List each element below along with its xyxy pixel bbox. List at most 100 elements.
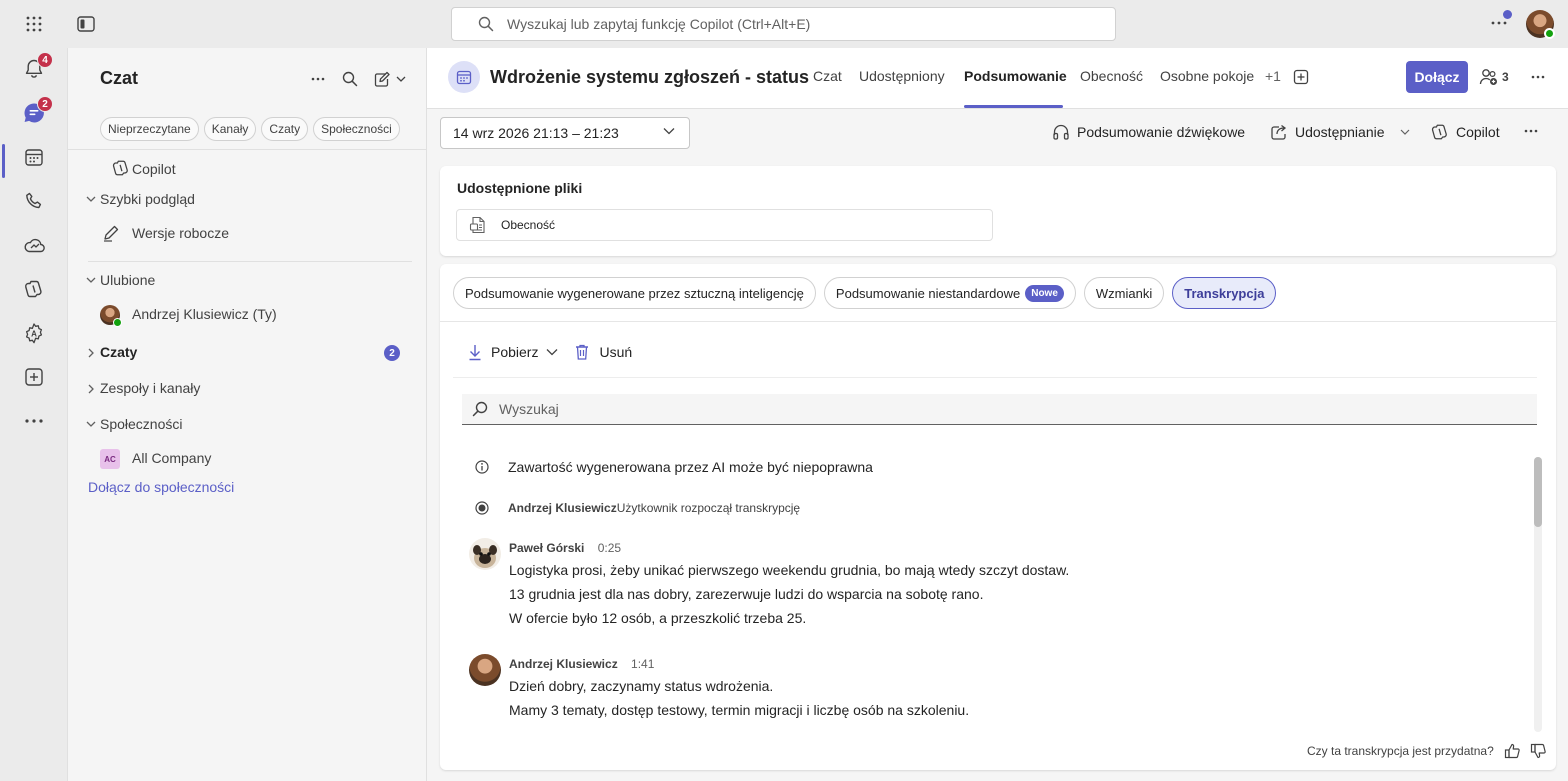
add-apps-icon[interactable] <box>20 363 48 391</box>
search-icon <box>478 16 494 32</box>
join-communities-link[interactable]: Dołącz do społeczności <box>88 479 234 495</box>
chat-more-options-icon[interactable] <box>306 68 330 90</box>
ai-disclaimer-text: Zawartość wygenerowana przez AI może być… <box>508 459 873 475</box>
new-badge: Nowe <box>1025 284 1064 302</box>
more-apps-icon[interactable] <box>20 407 48 435</box>
global-search-input[interactable]: Wyszukaj lub zapytaj funkcję Copilot (Ct… <box>451 7 1116 41</box>
event-text: Użytkownik rozpoczął transkrypcję <box>616 501 801 515</box>
download-label: Pobierz <box>491 344 539 360</box>
transcript-line: 13 grudnia jest dla nas dobry, zarezerwu… <box>509 586 984 602</box>
speaker-name: Paweł Górski <box>509 541 585 555</box>
filter-unread[interactable]: Nieprzeczytane <box>100 117 199 141</box>
app-rail: 4 2 A <box>0 48 68 781</box>
timestamp: 0:25 <box>597 541 622 555</box>
section-label: Społeczności <box>100 416 183 432</box>
entry-meta: Paweł Górski 0:25 <box>509 541 621 555</box>
add-tab-icon[interactable] <box>1293 69 1309 85</box>
section-label: Czaty <box>100 344 138 360</box>
tab-label: Podsumowanie niestandardowe <box>835 285 1021 301</box>
timestamp: 1:41 <box>631 657 655 671</box>
copilot-button[interactable]: Copilot <box>1431 123 1500 141</box>
app-launcher-icon[interactable] <box>22 12 46 36</box>
shared-file-item[interactable]: Obecność <box>456 209 993 241</box>
filter-chats[interactable]: Czaty <box>261 117 309 141</box>
tab-breakout-rooms[interactable]: Osobne pokoje <box>1160 68 1254 84</box>
tab-chat[interactable]: Czat <box>813 68 842 84</box>
speaker-avatar <box>469 538 501 570</box>
calls-icon[interactable] <box>20 187 48 215</box>
filter-communities[interactable]: Społeczności <box>313 117 400 141</box>
transcript-actions: Pobierz Usuń <box>468 343 632 361</box>
search-icon <box>472 401 488 417</box>
tab-ai-summary[interactable]: Podsumowanie wygenerowane przez sztuczną… <box>453 277 816 309</box>
chevron-down-icon <box>85 270 97 290</box>
transcript-search-input[interactable]: Wyszukaj <box>462 394 1537 425</box>
summary-card: Podsumowanie wygenerowane przez sztuczną… <box>440 264 1556 770</box>
apps-settings-icon[interactable]: A <box>20 319 48 347</box>
transcript-line: Logistyka prosi, żeby unikać pierwszego … <box>509 562 1070 578</box>
tab-custom-summary[interactable]: Podsumowanie niestandardowe Nowe <box>823 277 1076 309</box>
participants-button[interactable]: 3 <box>1479 68 1509 86</box>
section-label: Ulubione <box>100 272 156 288</box>
thumbs-down-icon[interactable] <box>1530 743 1546 759</box>
transcript-scrollbar[interactable] <box>1534 457 1542 732</box>
new-chat-button[interactable] <box>370 68 410 90</box>
notification-dot <box>1503 10 1512 19</box>
chat-item-label: Wersje robocze <box>132 225 230 241</box>
section-label: Zespoły i kanały <box>100 380 201 396</box>
entry-meta: Andrzej Klusiewicz 1:41 <box>509 657 654 671</box>
section-label: Szybki podgląd <box>100 191 195 207</box>
transcript-line: Dzień dobry, zaczynamy status wdrożenia. <box>509 678 774 694</box>
chat-search-icon[interactable] <box>338 68 362 90</box>
toolbar-more-icon[interactable] <box>1524 129 1538 133</box>
chevron-down-icon <box>546 348 558 356</box>
chat-list-panel: Czat Nieprzeczytane Kanały Czaty Społecz… <box>68 48 427 781</box>
meeting-header: Wdrożenie systemu zgłoszeń - status Czat… <box>427 48 1568 109</box>
summary-tabs: Podsumowanie wygenerowane przez sztuczną… <box>453 277 1277 309</box>
ai-disclaimer: Zawartość wygenerowana przez AI może być… <box>475 459 873 475</box>
copilot-icon <box>1431 123 1449 141</box>
tab-more-count[interactable]: +1 <box>1265 68 1281 84</box>
summary-toolbar: 14 wrz 2026 21:13 – 21:23 Podsumowanie d… <box>427 109 1568 155</box>
delete-label: Usuń <box>599 344 633 360</box>
meeting-more-icon[interactable] <box>1531 67 1545 87</box>
audio-summary-button[interactable]: Podsumowanie dźwiękowe <box>1052 123 1245 141</box>
divider <box>453 377 1537 378</box>
scrollbar-thumb[interactable] <box>1534 457 1542 527</box>
toggle-sidebar-icon[interactable] <box>74 12 98 36</box>
filter-channels[interactable]: Kanały <box>203 117 257 141</box>
divider <box>68 149 426 150</box>
search-placeholder: Wyszukaj lub zapytaj funkcję Copilot (Ct… <box>507 16 811 32</box>
chevron-down-icon <box>1400 129 1410 135</box>
top-bar: Wyszukaj lub zapytaj funkcję Copilot (Ct… <box>0 0 1568 48</box>
tab-summary[interactable]: Podsumowanie <box>964 68 1067 84</box>
download-button[interactable]: Pobierz <box>468 343 574 361</box>
headphones-icon <box>1052 123 1070 141</box>
tab-shared[interactable]: Udostępniony <box>859 68 945 84</box>
chevron-down-icon <box>85 414 97 434</box>
presence-available-icon <box>1544 28 1555 39</box>
transcript-feedback: Czy ta transkrypcja jest przydatna? <box>1307 743 1546 759</box>
shared-files-card: Udostępnione pliki Obecność <box>440 166 1556 256</box>
meeting-calendar-icon <box>448 61 480 93</box>
delete-button[interactable]: Usuń <box>574 343 632 361</box>
copilot-icon <box>111 158 131 178</box>
date-range-dropdown[interactable]: 14 wrz 2026 21:13 – 21:23 <box>440 117 690 149</box>
svg-text:A: A <box>31 330 37 339</box>
chevron-down-icon <box>85 189 97 209</box>
tab-transcript[interactable]: Transkrypcja <box>1172 277 1277 309</box>
download-icon <box>468 343 482 361</box>
join-meeting-button[interactable]: Dołącz <box>1406 61 1468 93</box>
copilot-icon[interactable] <box>20 275 48 303</box>
trash-icon <box>574 343 590 361</box>
record-icon <box>475 501 489 515</box>
chat-filters: Nieprzeczytane Kanały Czaty Społeczności <box>100 117 400 141</box>
onedrive-icon[interactable] <box>20 231 48 259</box>
calendar-icon[interactable] <box>20 143 48 171</box>
unread-count-badge: 2 <box>384 345 400 361</box>
share-button[interactable]: Udostępnianie <box>1270 123 1410 141</box>
thumbs-up-icon[interactable] <box>1504 743 1520 759</box>
chat-item-label: Copilot <box>132 161 176 177</box>
tab-attendance[interactable]: Obecność <box>1080 68 1143 84</box>
tab-mentions[interactable]: Wzmianki <box>1083 277 1165 309</box>
